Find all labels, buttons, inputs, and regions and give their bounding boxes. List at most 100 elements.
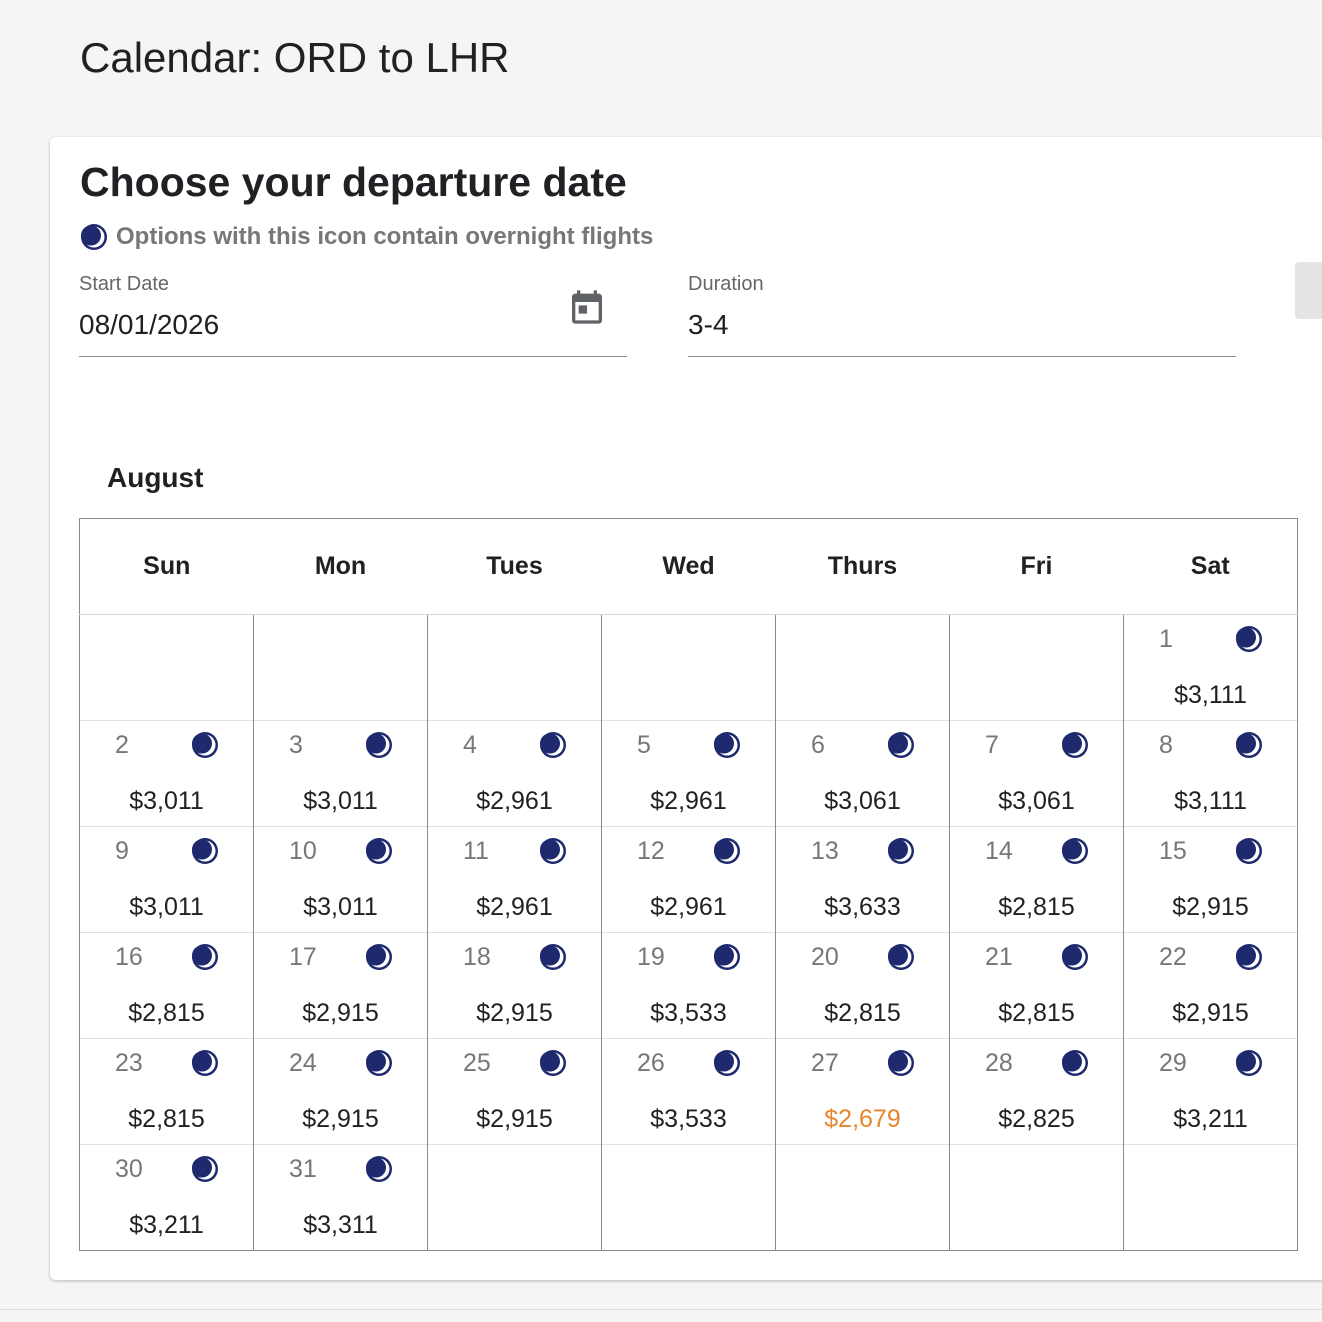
calendar-day-cell[interactable]: 27 $2,679 <box>775 1038 950 1145</box>
search-button[interactable] <box>1295 262 1322 319</box>
day-number: 25 <box>463 1049 491 1077</box>
moon-icon <box>539 837 567 865</box>
calendar-day-cell[interactable]: 17 $2,915 <box>253 932 428 1039</box>
calendar-day-cell[interactable]: 16 $2,815 <box>79 932 254 1039</box>
calendar-day-cell[interactable]: 2 $3,011 <box>79 720 254 827</box>
start-date-input[interactable]: 08/01/2026 <box>79 309 219 341</box>
calendar-icon[interactable] <box>567 287 607 327</box>
day-number: 13 <box>811 837 839 865</box>
calendar-day-cell[interactable]: 21 $2,815 <box>949 932 1124 1039</box>
day-number: 1 <box>1159 625 1173 653</box>
calendar-day-cell[interactable]: 4 $2,961 <box>427 720 602 827</box>
day-number: 18 <box>463 943 491 971</box>
moon-icon <box>1235 943 1263 971</box>
duration-label: Duration <box>688 273 764 295</box>
day-price: $3,533 <box>650 1105 727 1133</box>
weekday-header: Wed <box>601 518 776 615</box>
day-price: $3,011 <box>303 893 378 921</box>
calendar-day-cell[interactable]: 30 $3,211 <box>79 1144 254 1251</box>
day-number: 21 <box>985 943 1013 971</box>
calendar-empty-cell <box>253 614 428 721</box>
day-number: 23 <box>115 1049 143 1077</box>
day-price: $3,011 <box>129 787 204 815</box>
day-number: 27 <box>811 1049 839 1077</box>
calendar-day-cell[interactable]: 13 $3,633 <box>775 826 950 933</box>
calendar-empty-cell <box>775 1144 950 1251</box>
day-number: 12 <box>637 837 665 865</box>
calendar-day-cell[interactable]: 15 $2,915 <box>1123 826 1298 933</box>
day-price: $3,111 <box>1174 787 1247 815</box>
calendar-day-cell[interactable]: 5 $2,961 <box>601 720 776 827</box>
moon-icon <box>539 943 567 971</box>
calendar-day-cell[interactable]: 24 $2,915 <box>253 1038 428 1145</box>
calendar-empty-cell <box>949 614 1124 721</box>
page-title: Calendar: ORD to LHR <box>80 34 510 81</box>
day-price: $3,111 <box>1174 681 1247 709</box>
day-number: 2 <box>115 731 129 759</box>
moon-icon <box>887 837 915 865</box>
day-price: $3,311 <box>303 1211 378 1239</box>
calendar-day-cell[interactable]: 7 $3,061 <box>949 720 1124 827</box>
calendar-day-cell[interactable]: 28 $2,825 <box>949 1038 1124 1145</box>
duration-field[interactable]: Duration 3-4 <box>688 273 1236 357</box>
calendar-empty-cell <box>775 614 950 721</box>
day-price: $3,633 <box>824 893 901 921</box>
moon-icon <box>1235 1049 1263 1077</box>
calendar-day-cell[interactable]: 9 $3,011 <box>79 826 254 933</box>
calendar-body: 1 $3,111 2 $3,011 3 $3,011 4 $2,961 5 $2,961 6 $3,0… <box>79 614 1298 1251</box>
calendar-day-cell[interactable]: 10 $3,011 <box>253 826 428 933</box>
day-number: 22 <box>1159 943 1187 971</box>
day-price: $2,915 <box>302 1105 379 1133</box>
day-price: $2,915 <box>1172 999 1249 1027</box>
day-price: $2,961 <box>650 787 727 815</box>
calendar-day-cell[interactable]: 1 $3,111 <box>1123 614 1298 721</box>
moon-icon <box>887 731 915 759</box>
day-number: 4 <box>463 731 477 759</box>
divider <box>0 1309 1322 1310</box>
calendar-day-cell[interactable]: 25 $2,915 <box>427 1038 602 1145</box>
start-date-field[interactable]: Start Date 08/01/2026 <box>79 273 627 357</box>
day-price: $2,961 <box>476 893 553 921</box>
calendar-empty-cell <box>949 1144 1124 1251</box>
day-price: $2,915 <box>302 999 379 1027</box>
moon-icon <box>191 943 219 971</box>
weekday-header: Sun <box>79 518 254 615</box>
duration-input[interactable]: 3-4 <box>688 309 728 341</box>
day-number: 15 <box>1159 837 1187 865</box>
calendar-day-cell[interactable]: 11 $2,961 <box>427 826 602 933</box>
calendar-day-cell[interactable]: 23 $2,815 <box>79 1038 254 1145</box>
weekday-header: Sat <box>1123 518 1298 615</box>
calendar-day-cell[interactable]: 22 $2,915 <box>1123 932 1298 1039</box>
departure-date-card: Choose your departure date Options with … <box>50 137 1322 1280</box>
moon-icon <box>191 731 219 759</box>
moon-icon <box>365 1049 393 1077</box>
calendar-day-cell[interactable]: 12 $2,961 <box>601 826 776 933</box>
moon-icon <box>1235 731 1263 759</box>
calendar-day-cell[interactable]: 31 $3,311 <box>253 1144 428 1251</box>
moon-icon <box>1235 625 1263 653</box>
moon-icon <box>1061 1049 1089 1077</box>
calendar-day-cell[interactable]: 8 $3,111 <box>1123 720 1298 827</box>
lowest-price: $2,679 <box>824 1105 901 1133</box>
calendar-day-cell[interactable]: 18 $2,915 <box>427 932 602 1039</box>
calendar-day-cell[interactable]: 26 $3,533 <box>601 1038 776 1145</box>
moon-icon <box>80 223 108 251</box>
moon-icon <box>887 1049 915 1077</box>
calendar-day-cell[interactable]: 19 $3,533 <box>601 932 776 1039</box>
calendar-day-cell[interactable]: 20 $2,815 <box>775 932 950 1039</box>
calendar-day-cell[interactable]: 6 $3,061 <box>775 720 950 827</box>
day-number: 28 <box>985 1049 1013 1077</box>
moon-icon <box>887 943 915 971</box>
day-number: 29 <box>1159 1049 1187 1077</box>
calendar-day-cell[interactable]: 29 $3,211 <box>1123 1038 1298 1145</box>
calendar-day-cell[interactable]: 3 $3,011 <box>253 720 428 827</box>
day-price: $2,961 <box>476 787 553 815</box>
day-price: $2,815 <box>824 999 901 1027</box>
calendar-week-row: 1 $3,111 <box>79 614 1298 721</box>
calendar-day-cell[interactable]: 14 $2,815 <box>949 826 1124 933</box>
moon-icon <box>365 731 393 759</box>
moon-icon <box>713 943 741 971</box>
card-heading: Choose your departure date <box>80 159 627 205</box>
day-number: 16 <box>115 943 143 971</box>
day-number: 17 <box>289 943 317 971</box>
